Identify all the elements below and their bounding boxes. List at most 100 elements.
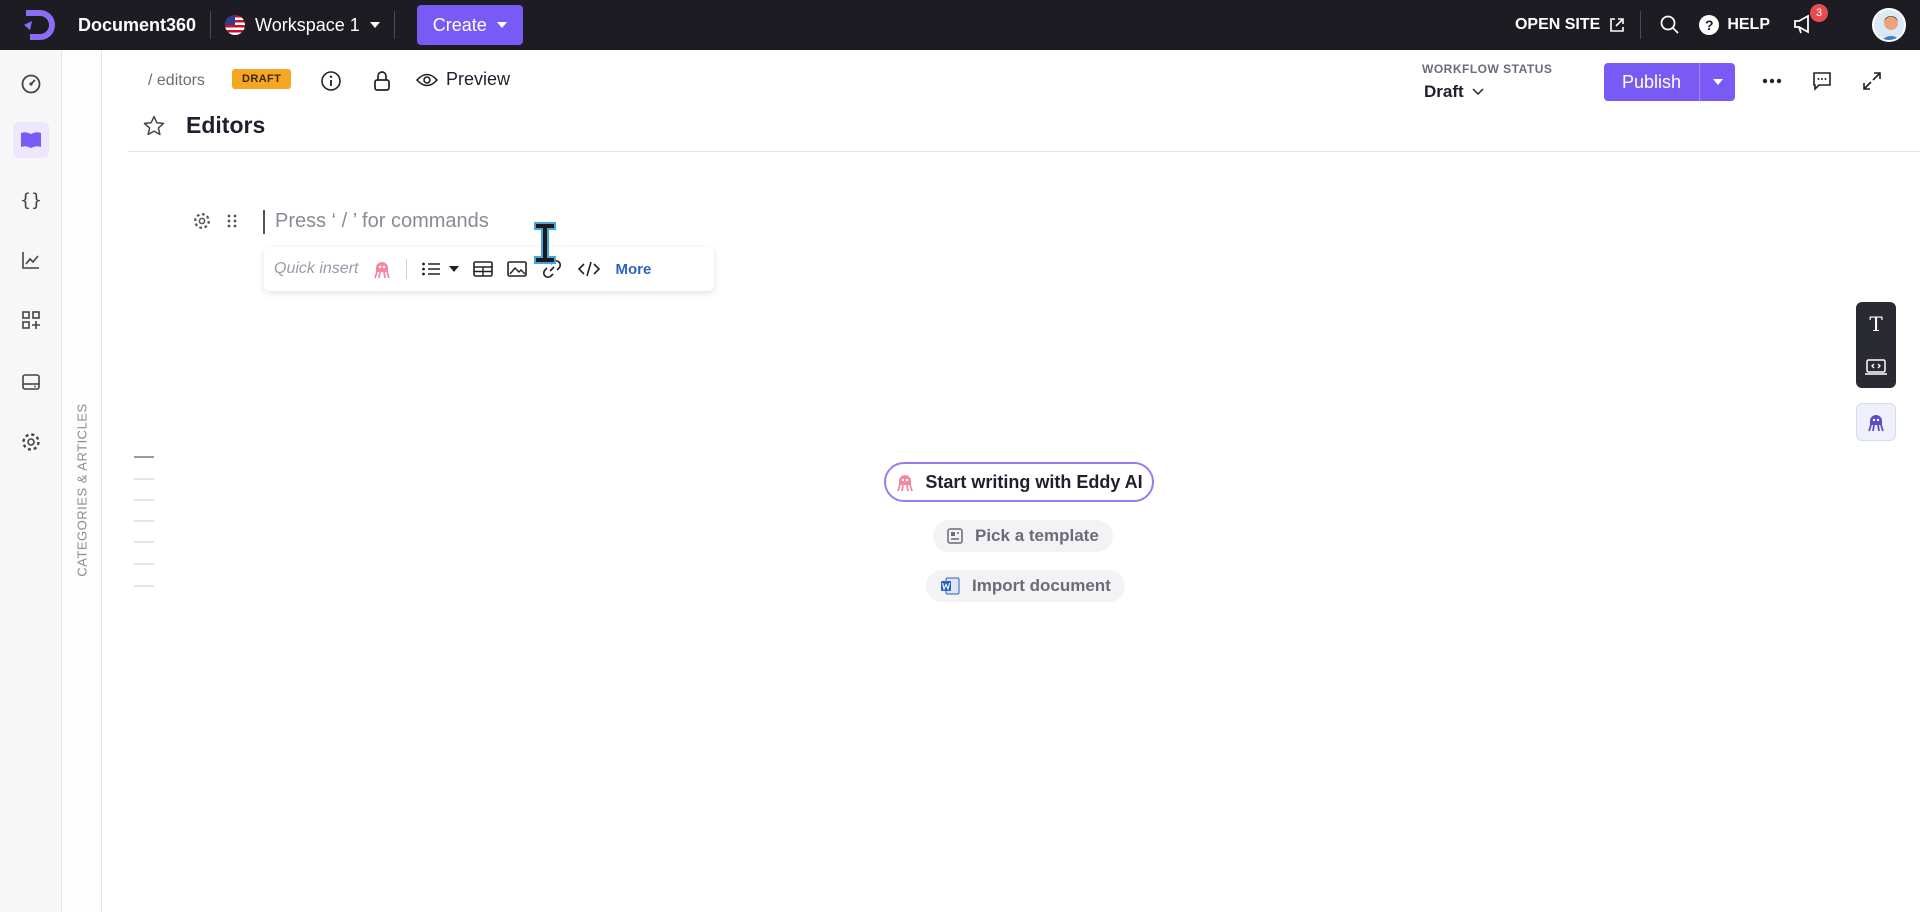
workspace-name: Workspace 1 <box>255 14 360 35</box>
divider <box>406 259 408 279</box>
outline-marker <box>134 478 154 480</box>
dashboard-nav[interactable] <box>13 66 49 102</box>
code-insert-button[interactable] <box>577 255 601 283</box>
outline-marker <box>134 456 154 458</box>
image-insert-button[interactable] <box>507 255 528 283</box>
help-icon: ? <box>1699 15 1720 35</box>
chevron-down-icon <box>1712 79 1723 85</box>
brand-name: Document360 <box>78 14 197 35</box>
preview-button[interactable]: Preview <box>416 69 510 90</box>
braces-icon: {} <box>20 189 42 211</box>
eddy-ai-icon <box>897 475 914 492</box>
eddy-ai-side-button[interactable] <box>1856 403 1896 441</box>
open-site-label: OPEN SITE <box>1514 16 1601 33</box>
open-site-link[interactable]: OPEN SITE <box>1515 16 1626 34</box>
right-floating-toolbar: T <box>1856 302 1896 388</box>
block-settings-gear-icon[interactable] <box>192 211 212 231</box>
us-flag-icon <box>225 15 246 35</box>
caret-down-icon <box>449 266 460 272</box>
table-insert-button[interactable] <box>473 255 494 283</box>
divider <box>1640 11 1642 39</box>
workspace-selector[interactable]: Workspace 1 <box>225 15 380 36</box>
documentation-nav[interactable] <box>13 122 49 158</box>
image-icon <box>507 261 528 277</box>
star-icon[interactable] <box>142 114 166 138</box>
eddy-ai-label: Start writing with Eddy AI <box>925 471 1143 492</box>
table-icon <box>473 261 494 277</box>
divider <box>393 11 395 39</box>
comment-icon <box>1813 72 1831 91</box>
status-badge: DRAFT <box>232 69 292 89</box>
workflow-status-value: Draft <box>1424 82 1464 101</box>
text-caret <box>263 210 265 234</box>
bullet-list-icon <box>422 262 441 276</box>
text-cursor-icon <box>534 222 556 264</box>
help-label: HELP <box>1727 16 1770 33</box>
settings-nav[interactable] <box>13 424 49 460</box>
categories-panel-collapsed[interactable]: CATEGORIES & ARTICLES <box>62 50 102 912</box>
drive-icon <box>22 374 40 390</box>
analytics-nav[interactable] <box>13 242 49 278</box>
outline-marker <box>134 499 154 501</box>
more-insert-button[interactable]: More <box>615 261 651 278</box>
document360-logo-icon[interactable] <box>20 7 56 43</box>
text-format-button[interactable]: T <box>1861 309 1891 339</box>
book-icon <box>21 132 41 148</box>
code-window-icon <box>1865 358 1887 375</box>
pick-template-button[interactable]: Pick a template <box>933 520 1113 552</box>
import-document-button[interactable]: Import document <box>926 570 1125 602</box>
gear-icon <box>22 433 40 451</box>
publish-label: Publish <box>1622 71 1682 92</box>
eddy-ai-icon <box>374 262 391 279</box>
page-title[interactable]: Editors <box>186 112 265 139</box>
publish-options-button[interactable] <box>1699 63 1736 101</box>
template-icon <box>947 528 963 544</box>
create-button[interactable]: Create <box>416 5 523 45</box>
outline-marker <box>134 520 154 522</box>
external-link-icon <box>1610 18 1625 32</box>
eddy-ai-insert-button[interactable] <box>372 255 392 283</box>
ellipsis-icon <box>1762 78 1782 84</box>
apps-add-icon <box>22 311 40 329</box>
announcements-button[interactable]: 3 <box>1792 4 1828 38</box>
header-divider <box>128 151 1920 152</box>
block-tools <box>192 211 238 231</box>
editor-placeholder[interactable]: Press ‘ / ’ for commands <box>275 210 489 233</box>
comments-button[interactable] <box>1810 69 1834 93</box>
widgets-nav[interactable] <box>13 364 49 400</box>
quick-insert-label: Quick insert <box>274 260 359 277</box>
drag-handle-icon[interactable] <box>226 212 238 230</box>
lock-icon <box>374 71 390 91</box>
start-writing-eddy-ai-button[interactable]: Start writing with Eddy AI <box>884 462 1154 502</box>
chevron-down-icon <box>1472 88 1484 96</box>
search-icon[interactable] <box>1659 14 1681 36</box>
integrations-nav[interactable] <box>13 302 49 338</box>
more-options-button[interactable] <box>1760 69 1784 93</box>
preview-label: Preview <box>446 69 511 89</box>
dashboard-icon <box>21 74 41 94</box>
publish-button[interactable]: Publish <box>1604 63 1700 101</box>
quick-insert-toolbar: Quick insert More <box>264 247 714 291</box>
top-bar: Document360 Workspace 1 Create OPEN SITE… <box>0 0 1920 50</box>
categories-panel-label: CATEGORIES & ARTICLES <box>74 403 90 577</box>
left-nav-rail: {} <box>0 50 62 912</box>
publish-split-button: Publish <box>1604 63 1736 101</box>
title-row: Editors <box>142 112 265 139</box>
analytics-chart-icon <box>22 252 39 269</box>
breadcrumb[interactable]: / editors <box>148 72 205 90</box>
fullscreen-button[interactable] <box>1860 69 1884 93</box>
outline-marker <box>134 563 154 565</box>
eddy-ai-icon <box>1868 415 1884 432</box>
user-avatar[interactable] <box>1872 8 1906 42</box>
outline-marker <box>134 541 154 543</box>
help-button[interactable]: ? HELP <box>1699 15 1770 35</box>
api-nav[interactable]: {} <box>13 182 49 218</box>
text-t-icon: T <box>1869 311 1883 336</box>
lock-button[interactable] <box>370 69 394 93</box>
list-insert-button[interactable] <box>421 255 460 283</box>
pick-template-label: Pick a template <box>975 526 1099 545</box>
embed-code-button[interactable] <box>1861 352 1891 382</box>
workflow-status-dropdown[interactable]: Draft <box>1424 82 1484 102</box>
chevron-down-icon <box>369 22 380 28</box>
info-button[interactable] <box>319 69 343 93</box>
